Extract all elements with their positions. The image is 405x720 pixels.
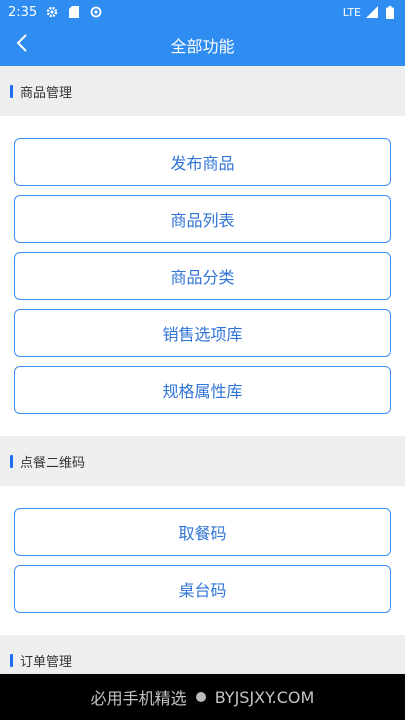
bottom-navigation-bar: 必用手机精选 BYJSJXY.COM: [0, 674, 405, 720]
sales-option-library-button[interactable]: 销售选项库: [14, 309, 391, 357]
settings-icon: [45, 5, 59, 19]
watermark-text-right: BYJSJXY.COM: [214, 687, 315, 707]
sd-card-icon: [67, 5, 81, 19]
product-category-button[interactable]: 商品分类: [14, 252, 391, 300]
app-bar: 全部功能: [0, 24, 405, 66]
section-header-ordering-qr: 点餐二维码: [0, 436, 405, 486]
network-type: LTE: [342, 5, 361, 19]
section-header-product-management: 商品管理: [0, 66, 405, 116]
section-accent-bar: [10, 654, 13, 667]
page-title: 全部功能: [170, 37, 235, 56]
section-accent-bar: [10, 85, 13, 98]
battery-icon: [383, 5, 397, 19]
status-bar: 2:35 LTE: [0, 0, 405, 24]
section-title: 商品管理: [20, 85, 73, 101]
section-title: 点餐二维码: [20, 455, 86, 471]
table-code-button[interactable]: 桌台码: [14, 565, 391, 613]
pickup-code-button[interactable]: 取餐码: [14, 508, 391, 556]
section-body-ordering-qr: 取餐码 桌台码: [0, 486, 405, 635]
status-right: LTE: [343, 5, 397, 19]
spec-attribute-library-button[interactable]: 规格属性库: [14, 366, 391, 414]
chevron-left-icon: [16, 34, 28, 56]
status-left: 2:35: [8, 5, 103, 20]
watermark-text-left: 必用手机精选: [90, 689, 187, 708]
signal-icon: [365, 5, 379, 19]
status-time: 2:35: [8, 4, 38, 20]
section-body-product-management: 发布商品 商品列表 商品分类 销售选项库 规格属性库: [0, 116, 405, 436]
content: 商品管理 发布商品 商品列表 商品分类 销售选项库 规格属性库 点餐二维码 取餐…: [0, 66, 405, 685]
sync-icon: [89, 5, 103, 19]
back-button[interactable]: [8, 24, 36, 66]
section-title: 订单管理: [20, 654, 73, 670]
home-dot-icon[interactable]: [193, 689, 209, 705]
publish-product-button[interactable]: 发布商品: [14, 138, 391, 186]
product-list-button[interactable]: 商品列表: [14, 195, 391, 243]
section-accent-bar: [10, 455, 13, 468]
